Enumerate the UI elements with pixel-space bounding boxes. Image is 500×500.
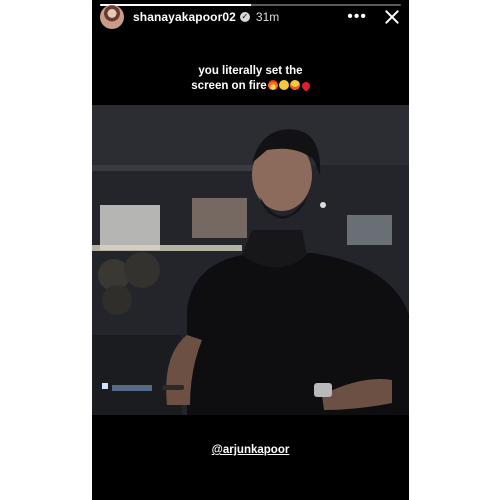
red-heart-emoji-icon [300, 80, 312, 92]
fire-emoji-icon [267, 80, 278, 90]
caption-line-2-wrapper: screen on fire [92, 79, 409, 94]
story-photo [92, 105, 409, 415]
more-dots-icon[interactable]: ••• [347, 9, 367, 25]
story-viewer[interactable]: shanayakapoor02 ✓ 31m ••• you literally … [92, 0, 409, 500]
caption-line-2: screen on fire [191, 80, 267, 92]
caption-line-1: you literally set the [198, 65, 303, 77]
heart-eyes-emoji-icon [289, 80, 300, 90]
username[interactable]: shanayakapoor02 [133, 10, 236, 24]
verified-badge-icon: ✓ [239, 12, 250, 22]
story-caption: you literally set the screen on fire [92, 64, 409, 94]
mention-link[interactable]: @arjunkapoor [92, 444, 409, 456]
story-photo-image [92, 105, 409, 415]
smirking-face-emoji-icon [278, 80, 289, 90]
avatar[interactable] [100, 5, 124, 29]
time-ago: 31m [255, 10, 280, 24]
story-header: shanayakapoor02 ✓ 31m ••• [100, 5, 401, 29]
close-icon[interactable] [383, 8, 401, 26]
